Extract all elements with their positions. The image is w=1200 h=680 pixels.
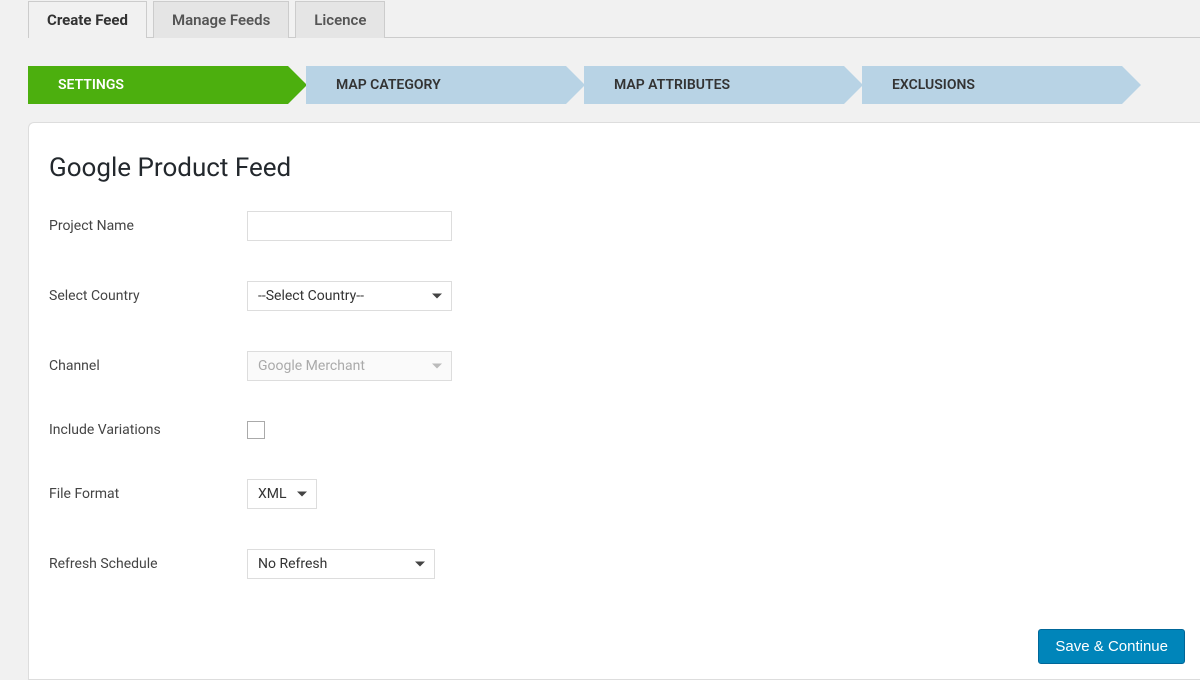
refresh-schedule-label: Refresh Schedule [49, 556, 247, 572]
channel-dropdown: Google Merchant [247, 351, 452, 381]
tab-create-feed[interactable]: Create Feed [28, 1, 147, 38]
row-refresh-schedule: Refresh Schedule No Refresh [49, 549, 1180, 579]
settings-panel: Google Product Feed Project Name Select … [28, 122, 1200, 680]
row-select-country: Select Country --Select Country-- [49, 281, 1180, 311]
file-format-dropdown[interactable]: XML [247, 479, 317, 509]
project-name-input[interactable] [247, 211, 452, 241]
select-country-value: --Select Country-- [247, 281, 452, 311]
project-name-label: Project Name [49, 218, 247, 234]
save-continue-button[interactable]: Save & Continue [1038, 629, 1185, 664]
include-variations-label: Include Variations [49, 422, 247, 438]
refresh-schedule-dropdown[interactable]: No Refresh [247, 549, 435, 579]
step-map-category[interactable]: MAP CATEGORY [306, 66, 566, 104]
select-country-label: Select Country [49, 288, 247, 304]
refresh-schedule-value: No Refresh [247, 549, 435, 579]
tab-licence[interactable]: Licence [295, 1, 385, 38]
nav-tabs: Create Feed Manage Feeds Licence [28, 0, 1200, 38]
step-settings[interactable]: SETTINGS [28, 66, 288, 104]
file-format-value: XML [247, 479, 317, 509]
channel-value: Google Merchant [247, 351, 452, 381]
row-include-variations: Include Variations [49, 421, 1180, 439]
row-channel: Channel Google Merchant [49, 351, 1180, 381]
select-country-dropdown[interactable]: --Select Country-- [247, 281, 452, 311]
page-title: Google Product Feed [49, 153, 1180, 183]
step-exclusions[interactable]: EXCLUSIONS [862, 66, 1122, 104]
tab-manage-feeds[interactable]: Manage Feeds [153, 1, 289, 38]
row-file-format: File Format XML [49, 479, 1180, 509]
wizard-steps: SETTINGS MAP CATEGORY MAP ATTRIBUTES EXC… [28, 66, 1200, 104]
row-project-name: Project Name [49, 211, 1180, 241]
include-variations-checkbox[interactable] [247, 421, 265, 439]
file-format-label: File Format [49, 486, 247, 502]
channel-label: Channel [49, 358, 247, 374]
step-map-attributes[interactable]: MAP ATTRIBUTES [584, 66, 844, 104]
